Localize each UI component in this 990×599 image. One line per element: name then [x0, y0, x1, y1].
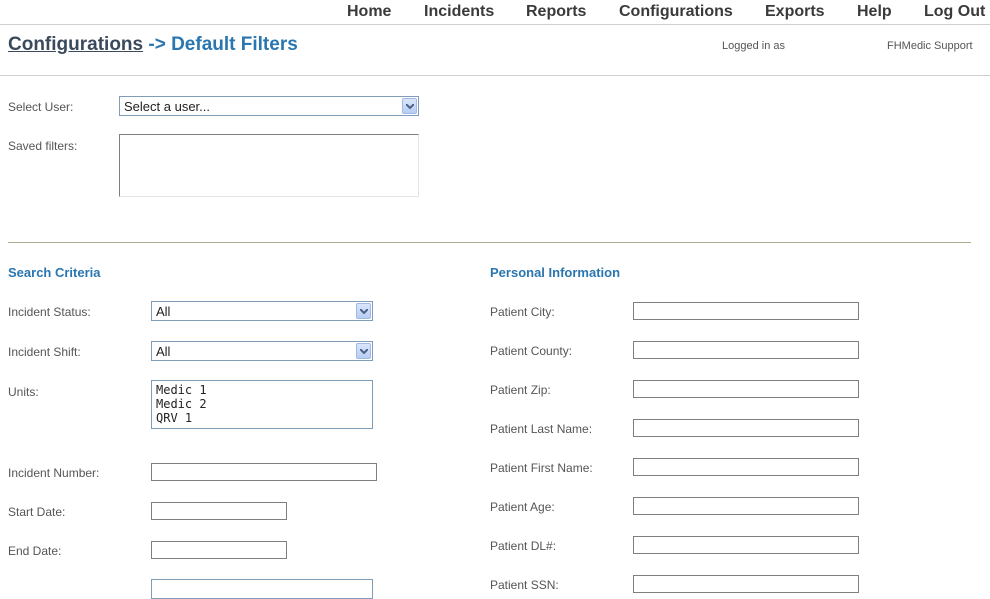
units-label: Units:: [8, 385, 39, 399]
patient-zip-label: Patient Zip:: [490, 383, 551, 397]
incident-shift-dropdown[interactable]: All: [151, 341, 373, 361]
search-criteria-heading: Search Criteria: [8, 265, 101, 280]
nav-home[interactable]: Home: [347, 3, 391, 21]
unit-option[interactable]: Medic 2: [156, 397, 368, 411]
patient-last-name-label: Patient Last Name:: [490, 422, 593, 436]
incident-number-label: Incident Number:: [8, 466, 100, 480]
incident-shift-value: All: [156, 344, 171, 359]
top-navigation: Home Incidents Reports Configurations Ex…: [0, 0, 990, 25]
incident-number-input[interactable]: [151, 463, 377, 481]
units-listbox[interactable]: Medic 1 Medic 2 QRV 1: [151, 380, 373, 429]
patient-zip-input[interactable]: [633, 380, 859, 398]
incident-shift-label: Incident Shift:: [8, 345, 81, 359]
saved-filters-list[interactable]: [119, 134, 419, 197]
select-user-label: Select User:: [8, 100, 74, 114]
breadcrumb-configurations-link[interactable]: Configurations: [8, 34, 143, 55]
section-divider: [8, 242, 971, 243]
patient-ssn-label: Patient SSN:: [490, 578, 559, 592]
patient-first-name-input[interactable]: [633, 458, 859, 476]
patient-city-input[interactable]: [633, 302, 859, 320]
nav-reports[interactable]: Reports: [526, 3, 586, 21]
partial-dropdown[interactable]: [151, 579, 373, 599]
end-date-input[interactable]: [151, 541, 287, 559]
breadcrumb-current: -> Default Filters: [143, 34, 298, 55]
select-user-value: Select a user...: [124, 99, 210, 114]
incident-status-dropdown[interactable]: All: [151, 301, 373, 321]
nav-incidents[interactable]: Incidents: [424, 3, 494, 21]
patient-dl-label: Patient DL#:: [490, 539, 557, 553]
start-date-input[interactable]: [151, 502, 287, 520]
end-date-label: End Date:: [8, 544, 62, 558]
header-divider: [0, 75, 990, 76]
logged-in-user: FHMedic Support: [887, 40, 973, 52]
incident-status-value: All: [156, 304, 171, 319]
nav-log-out[interactable]: Log Out: [924, 3, 985, 21]
nav-configurations[interactable]: Configurations: [619, 3, 733, 21]
patient-county-label: Patient County:: [490, 344, 573, 358]
patient-age-input[interactable]: [633, 497, 859, 515]
nav-help[interactable]: Help: [857, 3, 892, 21]
logged-in-label: Logged in as: [722, 40, 785, 52]
nav-exports[interactable]: Exports: [765, 3, 825, 21]
chevron-down-icon: [356, 343, 371, 359]
patient-ssn-input[interactable]: [633, 575, 859, 593]
patient-city-label: Patient City:: [490, 305, 555, 319]
patient-age-label: Patient Age:: [490, 500, 555, 514]
start-date-label: Start Date:: [8, 505, 66, 519]
patient-first-name-label: Patient First Name:: [490, 461, 593, 475]
patient-county-input[interactable]: [633, 341, 859, 359]
patient-dl-input[interactable]: [633, 536, 859, 554]
select-user-dropdown[interactable]: Select a user...: [119, 96, 419, 116]
personal-information-heading: Personal Information: [490, 265, 621, 280]
patient-last-name-input[interactable]: [633, 419, 859, 437]
saved-filters-label: Saved filters:: [8, 139, 78, 153]
page-title: Configurations -> Default Filters: [8, 34, 298, 56]
unit-option[interactable]: Medic 1: [156, 383, 368, 397]
chevron-down-icon: [402, 98, 417, 114]
chevron-down-icon: [356, 303, 371, 319]
incident-status-label: Incident Status:: [8, 305, 91, 319]
unit-option[interactable]: QRV 1: [156, 411, 368, 425]
